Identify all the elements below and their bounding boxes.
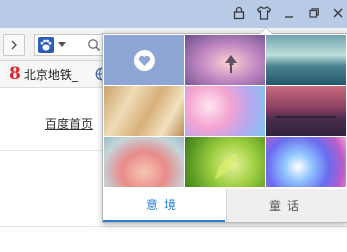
forward-button[interactable] [3, 34, 25, 56]
tree-silhouette [225, 55, 237, 73]
close-button[interactable] [327, 3, 347, 23]
lock-icon [233, 6, 245, 20]
skin-thumbnail-pier-sunset[interactable] [266, 86, 346, 136]
dropdown-arrow-icon [58, 41, 66, 47]
restore-button[interactable] [303, 3, 325, 23]
heart-icon [138, 55, 151, 66]
close-icon [333, 8, 343, 18]
chevron-right-icon [11, 40, 17, 50]
lock-button[interactable] [228, 3, 250, 23]
skin-thumbnail-grid [104, 35, 346, 187]
skin-picker-popup: 意境 童话 [102, 27, 347, 223]
minimize-button[interactable] [278, 3, 300, 23]
home-link[interactable]: 百度首页 [45, 115, 93, 132]
skin-thumbnail-blue-bokeh[interactable] [266, 137, 346, 187]
skin-thumbnail-blurred-bokeh[interactable] [104, 137, 184, 187]
skin-category-tabs: 意境 童话 [103, 189, 347, 222]
skin-thumbnail-golden-grass[interactable] [104, 86, 184, 136]
search-engine-selector[interactable] [38, 36, 70, 53]
restore-icon [309, 8, 319, 18]
tab-yijing[interactable]: 意境 [103, 189, 225, 222]
minimize-icon [285, 16, 293, 18]
heart-badge [134, 50, 155, 71]
baidu-paw-icon [38, 36, 54, 53]
bookmark-label: 北京地铁_ [23, 67, 78, 82]
skin-thumbnail-green-leaf[interactable] [185, 137, 265, 187]
skin-button[interactable] [253, 3, 275, 23]
skin-thumbnail-cherry-blossom[interactable] [185, 86, 265, 136]
title-bar [0, 0, 347, 28]
popup-caret [259, 27, 273, 34]
pier-silhouette [276, 116, 336, 118]
divider [0, 226, 347, 227]
bookmark-number: 8 [9, 64, 21, 84]
skin-thumbnail-custom[interactable] [104, 35, 184, 85]
leaf-shape [215, 153, 237, 179]
skin-thumbnail-lake-dusk[interactable] [266, 35, 346, 85]
search-icon[interactable] [87, 38, 101, 52]
shirt-icon [256, 6, 272, 20]
skin-thumbnail-sunset-tree[interactable] [185, 35, 265, 85]
tab-tonghua[interactable]: 童话 [226, 189, 347, 222]
bookmark-item[interactable]: 8 北京地铁_ [9, 64, 78, 84]
